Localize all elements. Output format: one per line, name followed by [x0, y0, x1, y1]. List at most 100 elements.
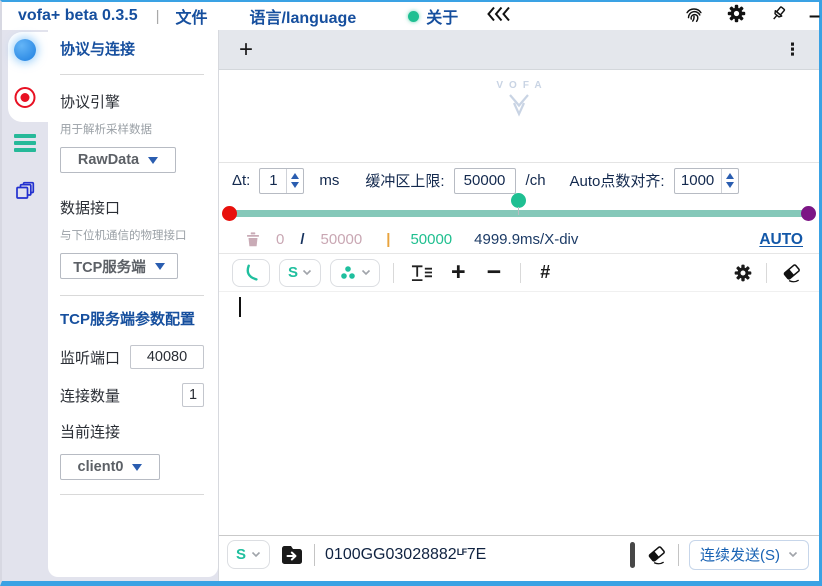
clear-send-button[interactable] [645, 544, 668, 565]
menu-file[interactable]: 文件 [176, 4, 208, 28]
app-title: vofa+ beta 0.3.5 [18, 7, 138, 25]
panel-title: 协议与连接 [60, 38, 204, 59]
zoom-out-button[interactable]: − [487, 260, 502, 285]
tcp-config-title: TCP服务端参数配置 [60, 308, 204, 329]
engine-select-value: RawData [78, 152, 139, 168]
gear-icon[interactable] [726, 3, 747, 29]
pages-icon[interactable] [14, 180, 36, 207]
ribbon-sidebar [2, 30, 48, 581]
vofa-logo-icon [502, 93, 536, 117]
scatter-widget-button[interactable] [330, 259, 380, 287]
splitter-handle[interactable] [630, 542, 635, 568]
current-connection-value: client0 [78, 459, 124, 475]
port-row: 监听端口 40080 [60, 345, 204, 369]
dt-value: 1 [260, 169, 286, 193]
main-area: + ⋮ VOFA Δt: 1 ms 缓冲区上限 [218, 30, 819, 581]
record-icon[interactable] [15, 87, 36, 108]
connection-count-row: 连接数量 1 [60, 383, 204, 407]
eraser-icon [645, 544, 668, 565]
slider-handle-mid[interactable] [511, 193, 526, 208]
curve-widget-button[interactable] [232, 259, 270, 287]
fingerprint-icon[interactable] [683, 3, 705, 30]
send-input[interactable]: 0100GG03028882LF7E [325, 546, 486, 564]
connection-count-input[interactable]: 1 [182, 383, 204, 407]
spinner-arrows[interactable] [286, 169, 303, 193]
dt-unit: ms [319, 172, 339, 189]
auto-align-label: Auto点数对齐: [570, 170, 665, 191]
buffer-slider-row [219, 198, 819, 228]
text-widget-icon [409, 262, 434, 283]
window-points: 50000 [410, 231, 452, 248]
eraser-icon [780, 262, 803, 283]
dt-label: Δt: [232, 172, 250, 189]
menu-about: 关于 [426, 4, 458, 28]
clear-plot-button[interactable] [780, 262, 803, 283]
chevron-down-icon [302, 269, 312, 276]
chevron-down-icon [788, 551, 798, 558]
engine-widget-button[interactable]: S [279, 259, 321, 287]
text-widget-button[interactable] [409, 262, 434, 283]
send-mode-button[interactable]: 连续发送(S) [689, 540, 809, 570]
zoom-in-button[interactable]: + [451, 260, 466, 285]
slider-handle-left[interactable] [222, 206, 237, 221]
divider [60, 295, 204, 296]
collapse-panel-button[interactable] [486, 6, 511, 27]
dt-spinbox[interactable]: 1 [259, 168, 304, 194]
engine-select[interactable]: RawData [60, 147, 176, 173]
stats-separator: | [386, 231, 390, 248]
buffer-input[interactable]: 50000 [454, 168, 516, 194]
interface-hint: 与下位机通信的物理接口 [60, 227, 204, 243]
connections-icon[interactable] [14, 39, 36, 61]
port-label: 监听端口 [60, 347, 120, 368]
tabbar: + ⋮ [219, 30, 819, 70]
toolbar-separator [520, 263, 521, 283]
send-button[interactable] [280, 544, 304, 566]
auto-align-spinbox[interactable]: 1000 [674, 168, 739, 194]
buffer-unit: /ch [526, 172, 546, 189]
stats-slash: / [300, 231, 304, 248]
interface-select-value: TCP服务端 [73, 256, 146, 277]
xdiv-readout: 4999.9ms/X-div [474, 231, 578, 248]
data-log-area[interactable] [219, 292, 819, 535]
arrow-up-icon [726, 173, 734, 179]
minimize-icon[interactable]: – [809, 5, 822, 28]
kebab-menu-icon[interactable]: ⋮ [784, 40, 801, 60]
auto-scale-link[interactable]: AUTO [759, 231, 803, 249]
send-bar: S 0100GG03028882LF7E [219, 535, 819, 573]
arrow-down-icon [291, 182, 299, 188]
port-input[interactable]: 40080 [130, 345, 204, 369]
send-engine-button[interactable]: S [227, 540, 270, 569]
chevron-down-icon [132, 464, 142, 471]
toolbar-separator [393, 263, 394, 283]
hash-button[interactable]: # [540, 262, 550, 283]
send-icon [280, 544, 304, 566]
buffer-label: 缓冲区上限: [365, 170, 444, 191]
divider [60, 74, 204, 75]
spinner-arrows[interactable] [721, 169, 738, 193]
slider-handle-right[interactable] [801, 206, 816, 221]
points-capacity: 50000 [321, 231, 363, 248]
newline-glyph: LF [457, 547, 467, 557]
chevron-down-icon [361, 269, 371, 276]
buffer-stats-row: 0 / 50000 | 50000 4999.9ms/X-div AUTO [219, 228, 819, 254]
settings-panel: 协议与连接 协议引擎 用于解析采样数据 RawData 数据接口 与下位机通信的… [48, 30, 218, 577]
widget-toolbar: S + − # [219, 254, 819, 292]
current-connection-select[interactable]: client0 [60, 454, 160, 480]
slider-track[interactable] [226, 210, 812, 217]
titlebar-divider: | [156, 8, 160, 25]
interface-select[interactable]: TCP服务端 [60, 253, 178, 279]
divider [60, 494, 204, 495]
pin-icon[interactable] [768, 4, 788, 29]
plot-settings-button[interactable] [733, 263, 753, 283]
app-window: vofa+ beta 0.3.5 | 文件 语言/language 关于 [0, 0, 822, 586]
points-used: 0 [276, 231, 284, 248]
menu-about-group[interactable]: 关于 [408, 4, 458, 28]
engine-label: 协议引擎 [60, 91, 204, 112]
widgets-icon[interactable] [14, 134, 36, 152]
send-input-text: 0100GG03028882 [325, 546, 457, 564]
menu-language[interactable]: 语言/language [250, 4, 357, 28]
status-dot-icon [408, 11, 419, 22]
clear-buffer-button[interactable] [244, 230, 262, 249]
add-tab-button[interactable]: + [239, 38, 253, 62]
auto-align-value: 1000 [675, 169, 721, 193]
